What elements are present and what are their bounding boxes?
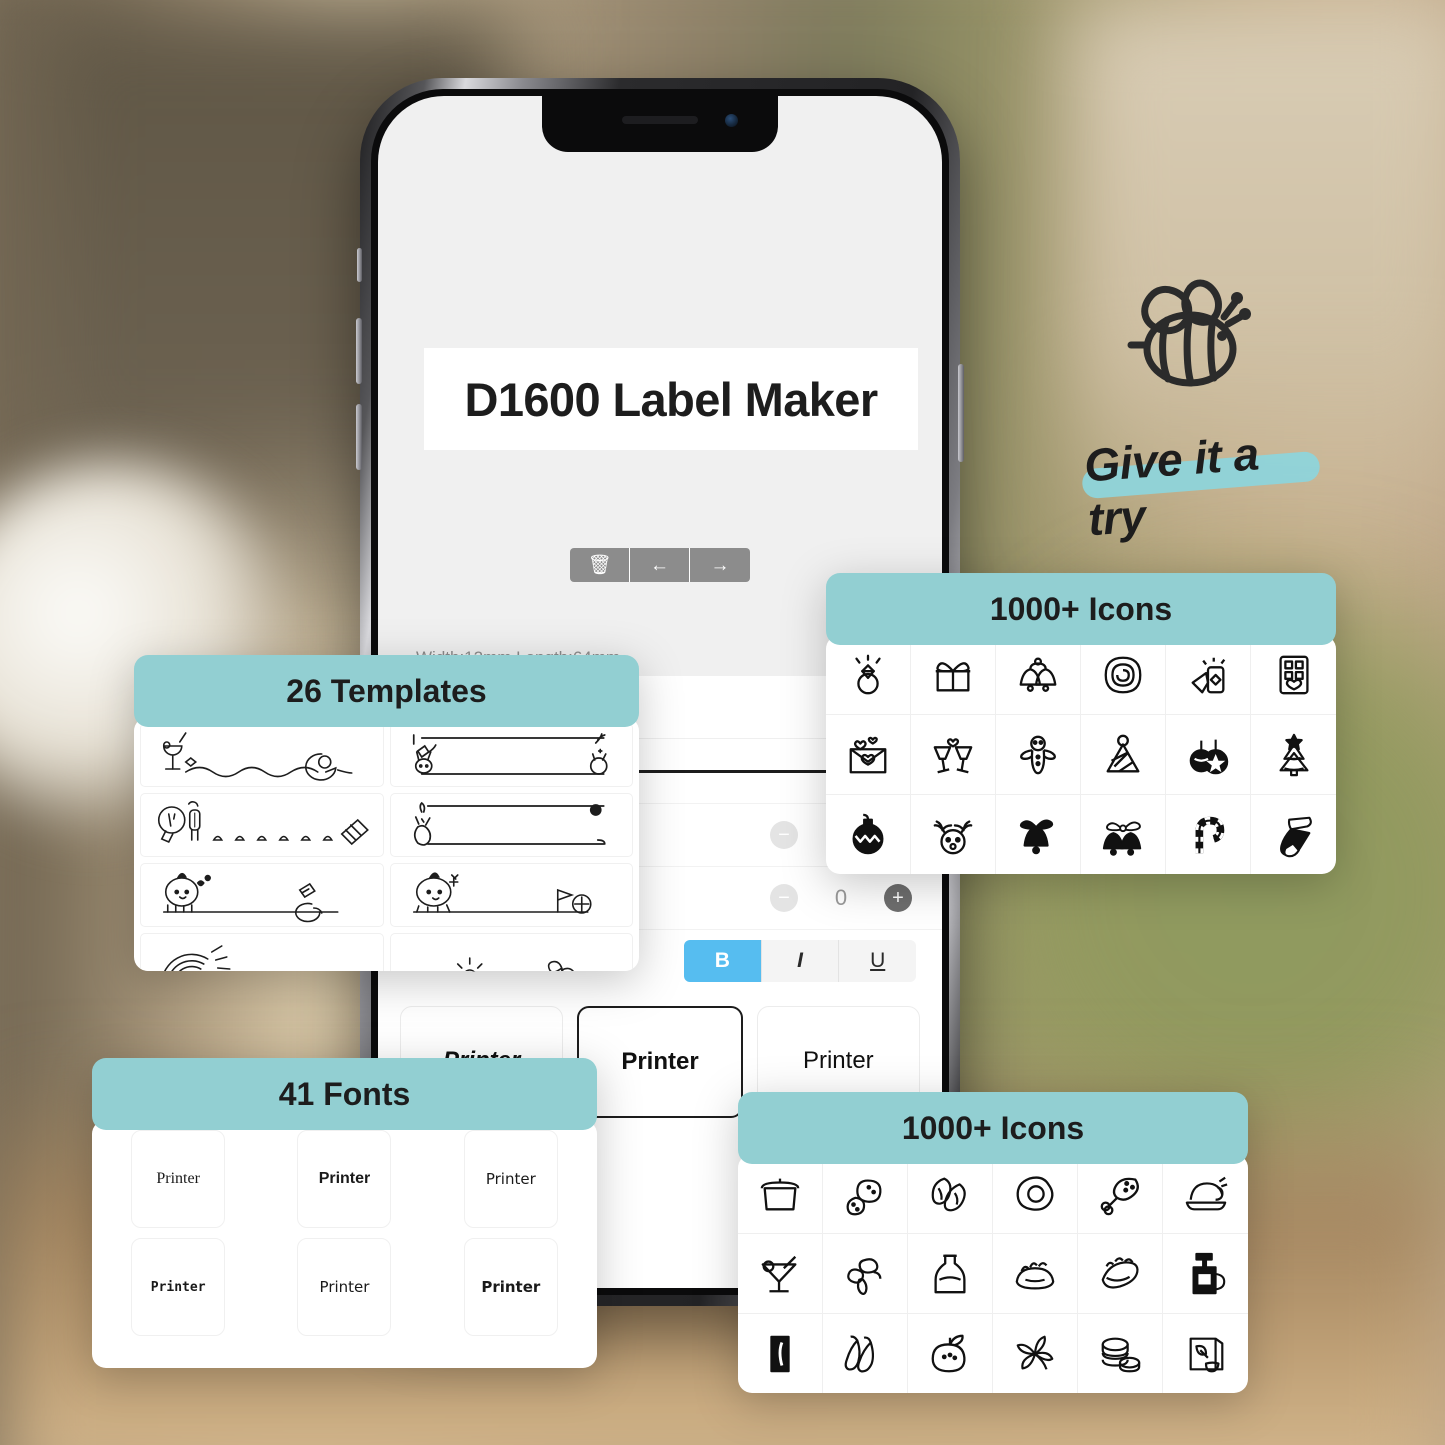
tagline-text: Give it a try [1082, 427, 1261, 546]
taco-icon[interactable] [1078, 1234, 1163, 1314]
format-button-group: B I U [684, 940, 916, 982]
cooking-pot-icon[interactable] [738, 1154, 823, 1234]
party-popper-icon[interactable] [1166, 635, 1251, 715]
ginger-root-icon[interactable] [823, 1234, 908, 1314]
font-chip-bold[interactable]: Printer [577, 1006, 743, 1118]
template-item[interactable] [389, 793, 633, 857]
template-item[interactable] [389, 863, 633, 927]
volume-up-button[interactable] [356, 318, 362, 384]
template-item[interactable] [389, 933, 633, 971]
sauce-bottle-icon[interactable] [908, 1234, 993, 1314]
star-anise-icon[interactable] [993, 1314, 1078, 1393]
template-item[interactable] [140, 933, 384, 971]
mandarin-icon[interactable] [908, 1314, 993, 1393]
font-sample[interactable]: Printer [463, 1130, 558, 1228]
italic-button[interactable]: I [761, 940, 840, 982]
stocking-icon[interactable] [1251, 795, 1336, 874]
chili-pepper-icon[interactable] [823, 1314, 908, 1393]
template-item[interactable] [140, 723, 384, 787]
macaron-icon[interactable] [1078, 1314, 1163, 1393]
front-camera [725, 114, 738, 127]
templates-card: 26 Templates [134, 655, 639, 971]
font-sample[interactable]: Printer [297, 1238, 392, 1336]
bold-button[interactable]: B [684, 940, 762, 982]
bauble-icon[interactable] [826, 795, 911, 874]
tea-package-icon[interactable] [1163, 1314, 1248, 1393]
volume-down-button[interactable] [356, 404, 362, 470]
wedding-bells-icon[interactable] [996, 635, 1081, 715]
icons-food-card: 1000+ Icons [738, 1092, 1248, 1393]
redo-button[interactable]: → [690, 548, 750, 582]
font-sample[interactable]: Printer [297, 1130, 392, 1228]
power-button[interactable] [958, 364, 964, 462]
rose-icon[interactable] [1081, 635, 1166, 715]
drumstick-icon[interactable] [1078, 1154, 1163, 1234]
delete-button[interactable]: 🗑 [570, 548, 630, 582]
label-text: D1600 Label Maker [464, 372, 878, 426]
templates-card-title: 26 Templates [134, 655, 639, 727]
chocolate-bar-icon[interactable] [1251, 635, 1336, 715]
ornament-balls-icon[interactable] [1166, 715, 1251, 795]
icons-food-card-title: 1000+ Icons [738, 1092, 1248, 1164]
christmas-tree-icon[interactable] [1251, 715, 1336, 795]
fonts-card-title: 41 Fonts [92, 1058, 597, 1130]
diamond-ring-icon[interactable] [826, 635, 911, 715]
soda-can-icon[interactable] [738, 1314, 823, 1393]
double-bells-icon[interactable] [1081, 795, 1166, 874]
template-item[interactable] [389, 723, 633, 787]
icons-festive-card: 1000+ Icons [826, 573, 1336, 874]
party-hat-icon[interactable] [1081, 715, 1166, 795]
font-sample-grid: Printer Printer Printer Printer Printer … [108, 1130, 581, 1336]
champagne-toast-icon[interactable] [911, 715, 996, 795]
template-item[interactable] [140, 793, 384, 857]
gift-box-icon[interactable] [911, 635, 996, 715]
decrement-button-1[interactable]: − [770, 821, 798, 849]
roast-turkey-icon[interactable] [1163, 1154, 1248, 1234]
icon-grid-festive [826, 635, 1336, 874]
peanut-icon[interactable] [908, 1154, 993, 1234]
canvas-toolbar: 🗑 ← → [570, 548, 750, 582]
tagline: Give it a try [1078, 424, 1328, 545]
undo-button[interactable]: ← [630, 548, 690, 582]
fonts-card-body: Printer Printer Printer Printer Printer … [92, 1120, 597, 1368]
font-sample[interactable]: Printer [131, 1238, 226, 1336]
cocktail-glass-icon[interactable] [738, 1234, 823, 1314]
fried-egg-icon[interactable] [993, 1154, 1078, 1234]
cocoa-bean-icon[interactable] [823, 1154, 908, 1234]
reindeer-face-icon[interactable] [911, 795, 996, 874]
icon-grid-food [738, 1154, 1248, 1393]
french-press-icon[interactable] [1163, 1234, 1248, 1314]
love-letter-icon[interactable] [826, 715, 911, 795]
mute-switch[interactable] [357, 248, 362, 282]
candy-cane-icon[interactable] [1166, 795, 1251, 874]
phone-notch [542, 96, 778, 152]
decrement-button-2[interactable]: − [770, 884, 798, 912]
label-preview[interactable]: D1600 Label Maker [424, 348, 918, 450]
bell-bow-icon[interactable] [996, 795, 1081, 874]
templates-card-body [134, 717, 639, 971]
icons-festive-card-title: 1000+ Icons [826, 573, 1336, 645]
underline-button[interactable]: U [839, 940, 916, 982]
earpiece-speaker [622, 116, 698, 124]
icons-food-card-body [738, 1154, 1248, 1393]
template-grid [140, 723, 633, 971]
stepper-value-2: 0 [834, 885, 848, 910]
template-item[interactable] [140, 863, 384, 927]
bee-icon [1127, 279, 1251, 387]
gingerbread-man-icon[interactable] [996, 715, 1081, 795]
font-sample[interactable]: Printer [463, 1238, 558, 1336]
icons-festive-card-body [826, 635, 1336, 874]
increment-button-2[interactable]: + [884, 884, 912, 912]
fonts-card: 41 Fonts Printer Printer Printer Printer… [92, 1058, 597, 1368]
dumpling-icon[interactable] [993, 1234, 1078, 1314]
font-sample[interactable]: Printer [131, 1130, 226, 1228]
